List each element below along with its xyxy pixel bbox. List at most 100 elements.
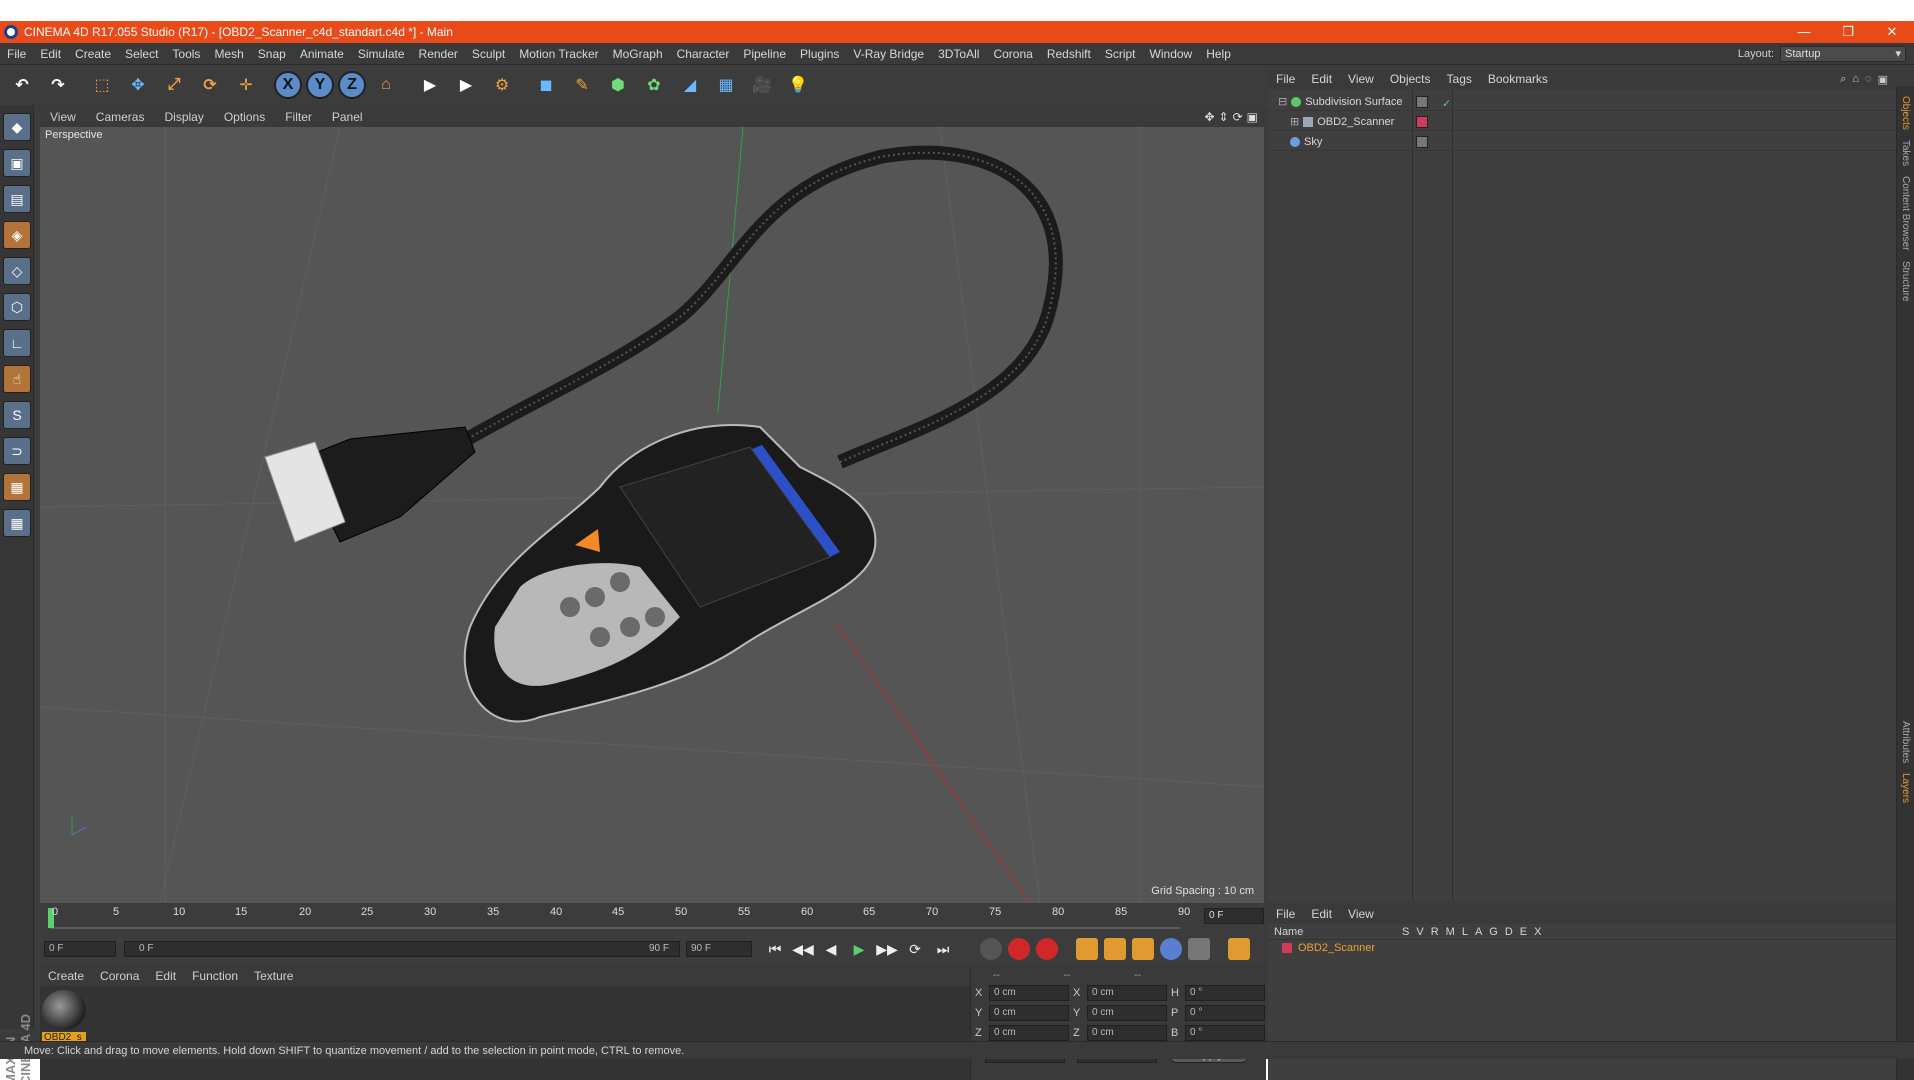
timeline-ruler[interactable]: 0 5 10 15 20 25 30 35 40 45 50 55 60 65 … bbox=[40, 904, 1264, 934]
menu-pipeline[interactable]: Pipeline bbox=[736, 47, 793, 61]
menu-script[interactable]: Script bbox=[1098, 47, 1143, 61]
menu-redshift[interactable]: Redshift bbox=[1040, 47, 1098, 61]
menu-sculpt[interactable]: Sculpt bbox=[465, 47, 512, 61]
position-z-field[interactable]: 0 cm bbox=[989, 1025, 1069, 1041]
object-row-sky[interactable]: Sky bbox=[1268, 133, 1896, 151]
size-x-field[interactable]: 0 cm bbox=[1087, 985, 1167, 1001]
x-axis-lock-button[interactable]: X bbox=[274, 71, 302, 99]
menu-plugins[interactable]: Plugins bbox=[793, 47, 846, 61]
cube-primitive-icon[interactable]: ◼ bbox=[530, 69, 562, 101]
points-mode-icon[interactable]: ◇ bbox=[3, 257, 31, 285]
end-frame-field[interactable]: 90 F bbox=[686, 941, 752, 957]
texture-mode-icon[interactable]: ▤ bbox=[3, 185, 31, 213]
viewport-menu-options[interactable]: Options bbox=[214, 110, 275, 124]
current-frame-field[interactable]: 0 F bbox=[1204, 908, 1264, 924]
live-selection-icon[interactable]: ⬚ bbox=[86, 69, 118, 101]
tab-layers[interactable]: Layers bbox=[1900, 773, 1911, 803]
viewport-menu-display[interactable]: Display bbox=[154, 110, 213, 124]
keyframe-selection-icon[interactable] bbox=[1036, 938, 1058, 960]
layer-row[interactable]: OBD2_Scanner bbox=[1268, 940, 1896, 956]
undo-icon[interactable]: ↶ bbox=[6, 69, 38, 101]
deformer-icon[interactable]: ◢ bbox=[674, 69, 706, 101]
layer-col-render[interactable]: R bbox=[1431, 926, 1439, 938]
render-view-icon[interactable]: ▶ bbox=[414, 69, 446, 101]
layer-col-xref[interactable]: X bbox=[1534, 926, 1541, 938]
menu-file[interactable]: File bbox=[0, 47, 33, 61]
layer-col-manager[interactable]: M bbox=[1446, 926, 1455, 938]
tweak-mode-icon[interactable]: S bbox=[3, 401, 31, 429]
camera-icon[interactable]: 🎥 bbox=[746, 69, 778, 101]
workplane-lock-icon[interactable]: ▦ bbox=[3, 509, 31, 537]
play-icon[interactable]: ▶ bbox=[848, 938, 870, 960]
snap-icon[interactable]: ⊃ bbox=[3, 437, 31, 465]
layout-select[interactable]: Startup bbox=[1780, 45, 1906, 62]
workplane-mode-icon[interactable]: ◈ bbox=[3, 221, 31, 249]
size-z-field[interactable]: 0 cm bbox=[1087, 1025, 1167, 1041]
move-tool-icon[interactable]: ✥ bbox=[122, 69, 154, 101]
layer-menu-file[interactable]: File bbox=[1268, 907, 1303, 921]
material-menu-function[interactable]: Function bbox=[184, 969, 246, 983]
toggle-view-icon[interactable]: ▣ bbox=[1247, 110, 1258, 124]
tab-objects[interactable]: Objects bbox=[1900, 96, 1911, 130]
coordinate-system-icon[interactable]: ⌂ bbox=[370, 69, 402, 101]
material-menu-texture[interactable]: Texture bbox=[246, 969, 301, 983]
axis-mode-icon[interactable]: ☝ bbox=[3, 365, 31, 393]
menu-corona[interactable]: Corona bbox=[986, 47, 1039, 61]
menu-character[interactable]: Character bbox=[670, 47, 737, 61]
viewport-menu-view[interactable]: View bbox=[40, 110, 86, 124]
menu-3dtoall[interactable]: 3DToAll bbox=[931, 47, 986, 61]
collapse-icon[interactable]: ⊟ bbox=[1278, 95, 1287, 108]
menu-vray-bridge[interactable]: V-Ray Bridge bbox=[846, 47, 931, 61]
restore-button[interactable]: ❐ bbox=[1826, 24, 1870, 40]
search-icon[interactable]: ⌕ bbox=[1840, 73, 1846, 86]
menu-render[interactable]: Render bbox=[412, 47, 465, 61]
layer-color-swatch[interactable] bbox=[1282, 943, 1292, 953]
next-key-icon[interactable]: ▶▶ bbox=[876, 938, 898, 960]
cloner-icon[interactable]: ✿ bbox=[638, 69, 670, 101]
floor-icon[interactable]: ▦ bbox=[710, 69, 742, 101]
frame-range-slider[interactable]: 0 F 90 F bbox=[124, 941, 680, 957]
subdivision-surface-icon[interactable]: ⬢ bbox=[602, 69, 634, 101]
menu-tools[interactable]: Tools bbox=[165, 47, 207, 61]
object-menu-tags[interactable]: Tags bbox=[1439, 72, 1480, 86]
layer-tag-icon[interactable] bbox=[1416, 95, 1428, 108]
material-menu-corona[interactable]: Corona bbox=[92, 969, 147, 983]
layer-menu-view[interactable]: View bbox=[1340, 907, 1382, 921]
new-window-icon[interactable]: ▣ bbox=[1878, 73, 1888, 86]
object-menu-bookmarks[interactable]: Bookmarks bbox=[1480, 72, 1556, 86]
object-row-obd2-scanner[interactable]: ⊞ OBD2_Scanner bbox=[1268, 113, 1896, 131]
menu-animate[interactable]: Animate bbox=[293, 47, 351, 61]
layer-menu-edit[interactable]: Edit bbox=[1303, 907, 1340, 921]
key-rotation-icon[interactable] bbox=[1132, 938, 1154, 960]
tab-attributes[interactable]: Attributes bbox=[1900, 721, 1911, 763]
key-scale-icon[interactable] bbox=[1104, 938, 1126, 960]
menu-create[interactable]: Create bbox=[68, 47, 118, 61]
pan-view-icon[interactable]: ✥ bbox=[1204, 110, 1214, 124]
layer-col-animation[interactable]: A bbox=[1475, 926, 1482, 938]
menu-motion-tracker[interactable]: Motion Tracker bbox=[512, 47, 605, 61]
layer-col-deformers[interactable]: D bbox=[1505, 926, 1513, 938]
menu-simulate[interactable]: Simulate bbox=[351, 47, 412, 61]
enabled-check-icon[interactable]: ✓ bbox=[1442, 97, 1452, 110]
rotation-p-field[interactable]: 0 ° bbox=[1185, 1005, 1265, 1021]
material-menu-edit[interactable]: Edit bbox=[147, 969, 184, 983]
tab-takes[interactable]: Takes bbox=[1900, 140, 1911, 166]
record-keys-icon[interactable] bbox=[980, 938, 1002, 960]
size-y-field[interactable]: 0 cm bbox=[1087, 1005, 1167, 1021]
layer-col-generators[interactable]: G bbox=[1489, 926, 1498, 938]
object-menu-edit[interactable]: Edit bbox=[1303, 72, 1340, 86]
go-to-end-icon[interactable]: ⏭ bbox=[932, 938, 954, 960]
expand-icon[interactable]: ⊞ bbox=[1290, 115, 1299, 128]
rotation-h-field[interactable]: 0 ° bbox=[1185, 985, 1265, 1001]
redo-icon[interactable]: ↷ bbox=[42, 69, 74, 101]
viewport-menu-filter[interactable]: Filter bbox=[275, 110, 322, 124]
autokey-icon[interactable] bbox=[1008, 938, 1030, 960]
render-settings-icon[interactable]: ⚙ bbox=[486, 69, 518, 101]
viewport-menu-panel[interactable]: Panel bbox=[322, 110, 373, 124]
menu-mograph[interactable]: MoGraph bbox=[606, 47, 670, 61]
key-pla-icon[interactable] bbox=[1188, 938, 1210, 960]
z-axis-lock-button[interactable]: Z bbox=[338, 71, 366, 99]
minimize-button[interactable]: — bbox=[1782, 24, 1826, 40]
layer-col-locked[interactable]: L bbox=[1462, 926, 1468, 938]
tab-content-browser[interactable]: Content Browser bbox=[1900, 176, 1911, 250]
